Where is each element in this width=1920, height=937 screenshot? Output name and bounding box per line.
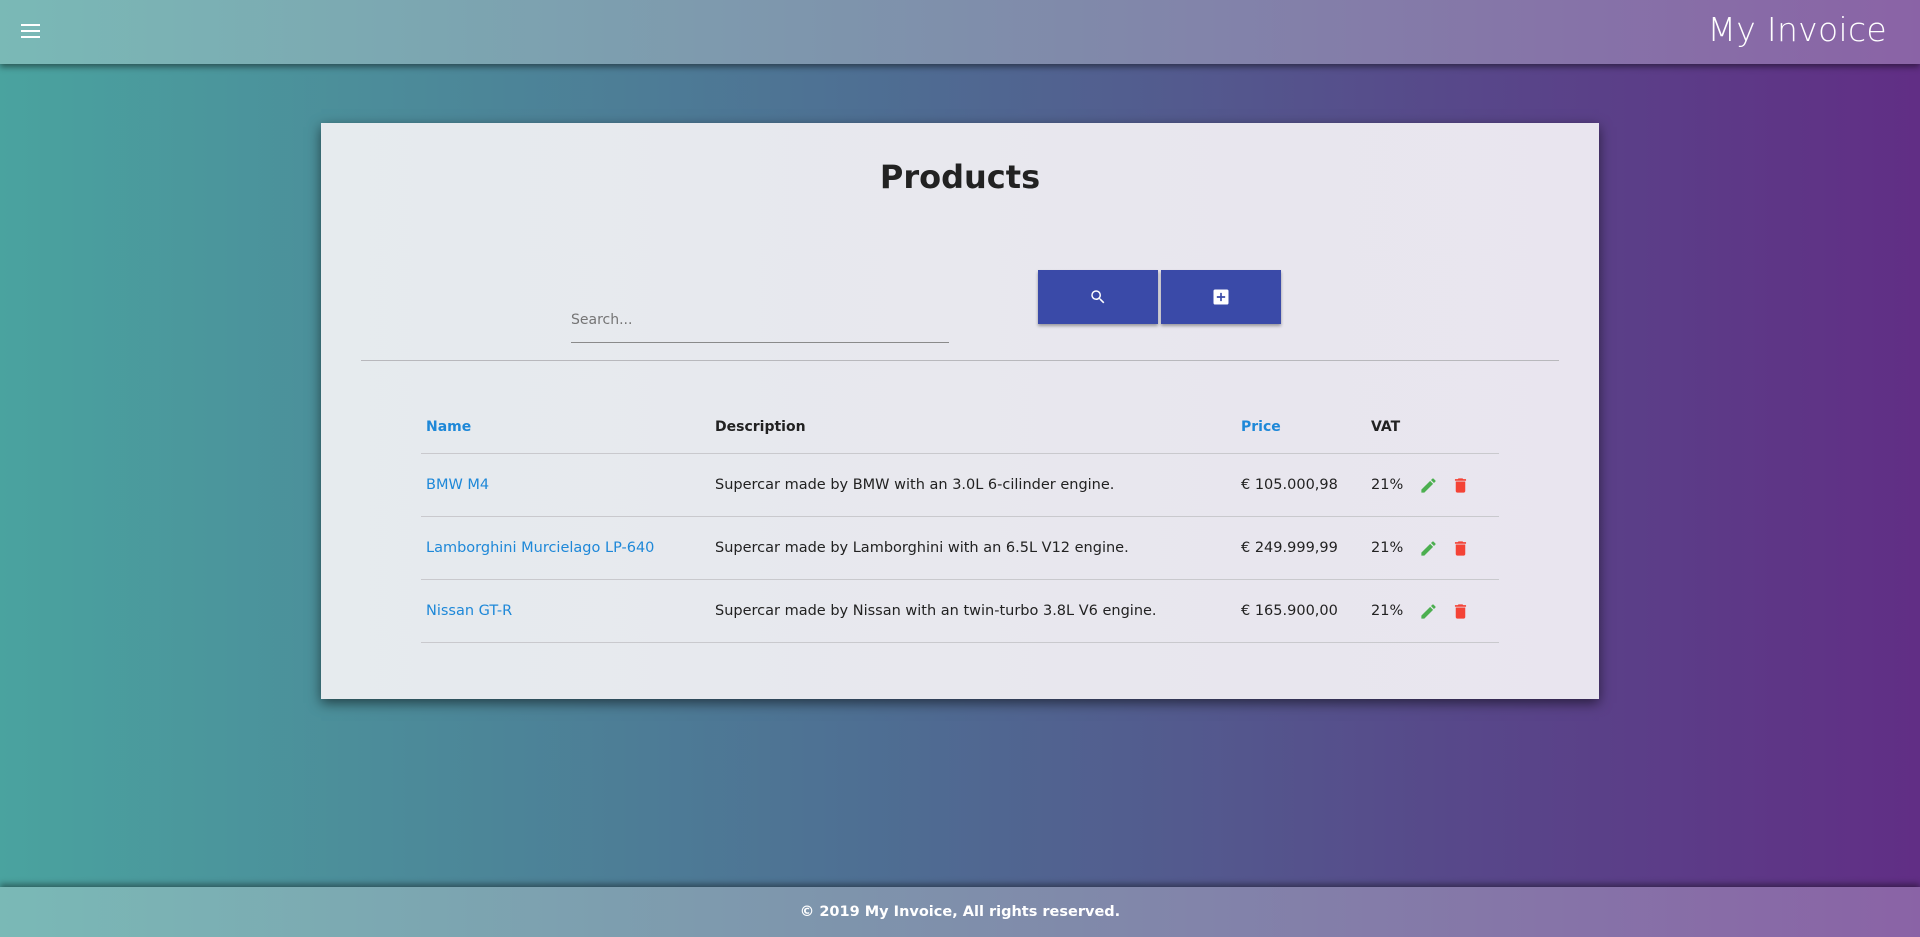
search-button[interactable] (1038, 270, 1158, 324)
table-row: BMW M4 Supercar made by BMW with an 3.0L… (421, 454, 1499, 517)
app-title: My Invoice (1707, 10, 1887, 49)
add-box-icon (1213, 289, 1229, 305)
trash-icon[interactable] (1451, 539, 1470, 558)
table-row: Lamborghini Murcielago LP-640 Supercar m… (421, 517, 1499, 580)
menu-icon[interactable] (21, 24, 40, 39)
row-actions (1419, 517, 1470, 579)
product-vat: 21% (1371, 603, 1404, 619)
table-header-row: Name Description Price VAT (421, 401, 1499, 454)
pencil-icon[interactable] (1419, 539, 1438, 558)
product-name-link[interactable]: Nissan GT-R (426, 580, 512, 642)
row-actions (1419, 454, 1470, 516)
product-price: € 105.000,98 (1241, 477, 1338, 493)
trash-icon[interactable] (1451, 476, 1470, 495)
products-table: Name Description Price VAT BMW M4 Superc… (421, 401, 1499, 643)
product-vat: 21% (1371, 477, 1404, 493)
row-actions (1419, 580, 1470, 642)
trash-icon[interactable] (1451, 602, 1470, 621)
column-header-vat: VAT (1371, 419, 1401, 435)
page-title: Products (879, 158, 1041, 196)
product-description: Supercar made by BMW with an 3.0L 6-cili… (715, 477, 1115, 493)
product-price: € 165.900,00 (1241, 603, 1338, 619)
column-header-name[interactable]: Name (426, 401, 471, 453)
add-product-button[interactable] (1161, 270, 1281, 324)
divider (361, 360, 1559, 361)
footer-copyright: © 2019 My Invoice, All rights reserved. (799, 904, 1121, 920)
products-card: Products Name Description Price VAT BMW … (321, 123, 1599, 699)
table-row: Nissan GT-R Supercar made by Nissan with… (421, 580, 1499, 643)
pencil-icon[interactable] (1419, 476, 1438, 495)
product-description: Supercar made by Lamborghini with an 6.5… (715, 540, 1129, 556)
product-vat: 21% (1371, 540, 1404, 556)
app-toolbar: My Invoice (0, 0, 1920, 64)
product-description: Supercar made by Nissan with an twin-tur… (715, 603, 1157, 619)
product-name-link[interactable]: Lamborghini Murcielago LP-640 (426, 517, 654, 579)
footer: © 2019 My Invoice, All rights reserved. (0, 887, 1920, 937)
pencil-icon[interactable] (1419, 602, 1438, 621)
column-header-description: Description (715, 419, 806, 435)
product-price: € 249.999,99 (1241, 540, 1338, 556)
search-input[interactable] (571, 307, 949, 333)
search-field (571, 283, 949, 343)
product-name-link[interactable]: BMW M4 (426, 454, 489, 516)
search-icon (1091, 290, 1105, 304)
column-header-price[interactable]: Price (1241, 401, 1281, 453)
